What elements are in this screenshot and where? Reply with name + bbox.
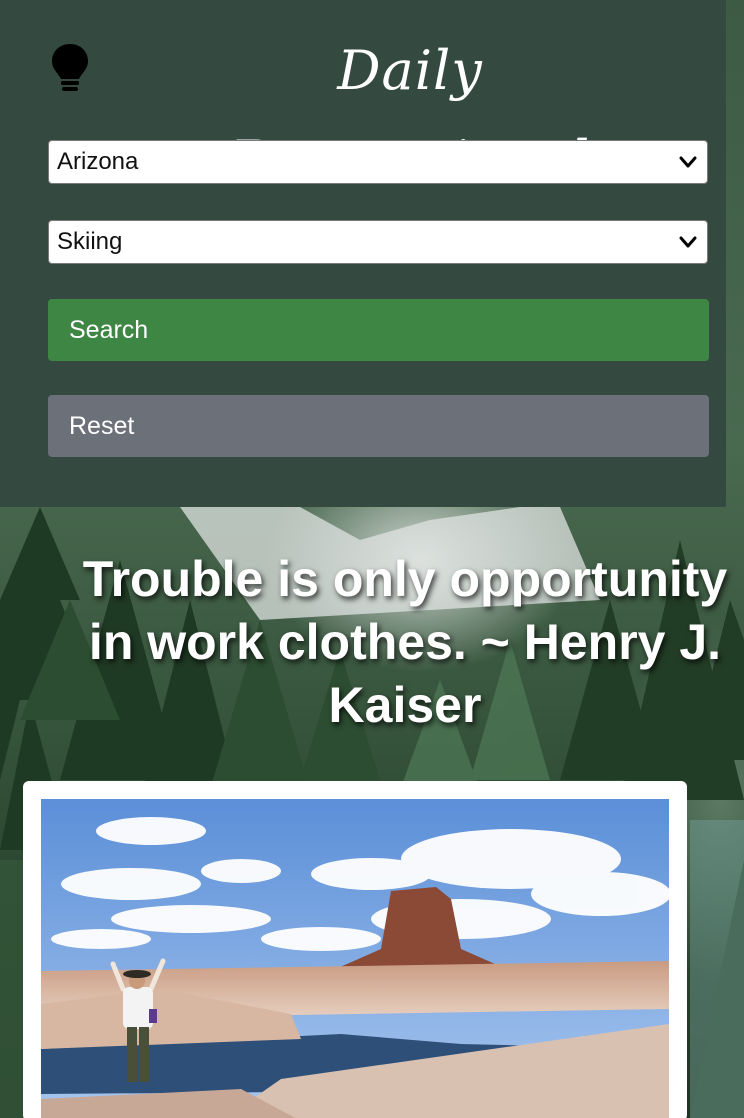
destination-photo	[41, 799, 669, 1118]
activity-select-value: Skiing	[57, 228, 123, 255]
state-select-value: Arizona	[57, 148, 139, 175]
chevron-down-icon	[679, 154, 697, 170]
chevron-down-icon	[679, 234, 697, 250]
state-select[interactable]: Arizona	[48, 140, 708, 184]
photo-card	[23, 781, 687, 1118]
reset-button[interactable]: Reset	[48, 395, 709, 457]
lightbulb-icon	[50, 42, 90, 94]
header-panel: Daily Recreational Arizona Skiing Search…	[0, 0, 726, 507]
page: Daily Recreational Arizona Skiing Search…	[0, 0, 744, 1118]
activity-select[interactable]: Skiing	[48, 220, 708, 264]
search-button[interactable]: Search	[48, 299, 709, 361]
daily-quote: Trouble is only opportunity in work clot…	[82, 551, 728, 733]
